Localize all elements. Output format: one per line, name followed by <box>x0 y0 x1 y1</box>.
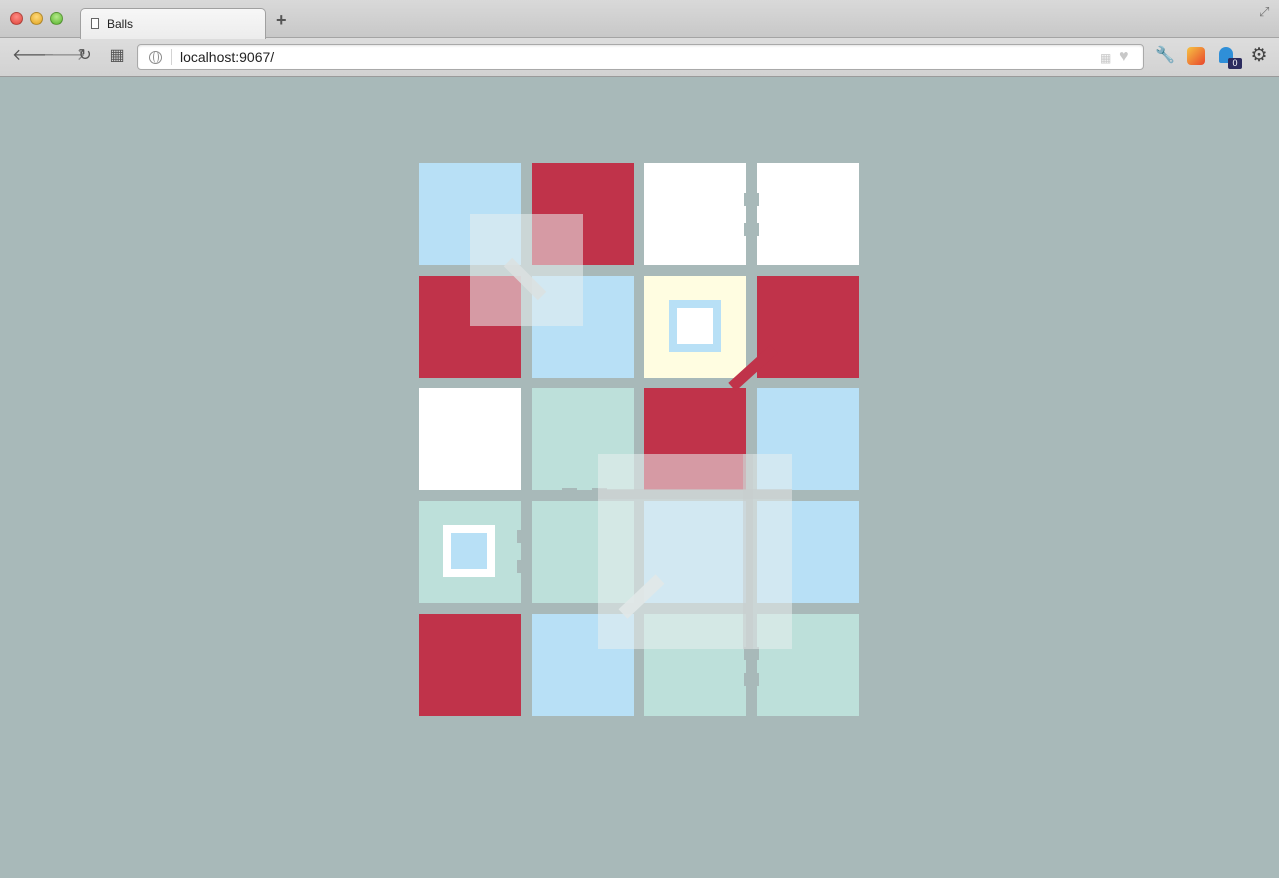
window-zoom-button[interactable] <box>50 12 63 25</box>
gear-icon[interactable]: ⚙ <box>1249 46 1269 66</box>
window-close-button[interactable] <box>10 12 23 25</box>
ball-overlay[interactable] <box>598 454 792 649</box>
back-button[interactable]: 🡐 <box>12 47 55 65</box>
address-divider <box>171 49 172 65</box>
gap-nub <box>517 530 532 543</box>
window-minimize-button[interactable] <box>30 12 43 25</box>
globe-icon <box>149 51 162 64</box>
game-board <box>419 163 859 716</box>
red-link <box>728 344 778 392</box>
fullscreen-icon[interactable]: ⤢ <box>1259 4 1269 20</box>
extension-badge: 0 <box>1228 58 1242 69</box>
overlay-links <box>598 454 792 649</box>
gap-nub <box>517 560 532 573</box>
tab-title: Balls <box>107 17 134 31</box>
forward-button[interactable]: 🡒 <box>43 47 86 65</box>
tab-balls[interactable]: Balls <box>80 8 266 39</box>
url-text[interactable]: localhost:9067/ <box>180 49 274 65</box>
browser-chrome: Balls + ⤢ 🡐 🡒 ↻ ▦ localhost:9067/ ▦ ♥ 🔧 … <box>0 0 1279 77</box>
tab-strip: Balls + ⤢ <box>0 0 1279 39</box>
selected-marker-fill <box>451 533 487 569</box>
overlay-link <box>503 257 547 301</box>
gap-nub <box>744 673 759 686</box>
apps-icon[interactable]: ▦ <box>108 47 126 65</box>
grid-icon[interactable]: ▦ <box>1100 51 1111 65</box>
browser-toolbar: 🡐 🡒 ↻ ▦ localhost:9067/ ▦ ♥ 🔧 ⚙ <box>0 38 1279 76</box>
ball-overlay[interactable] <box>470 214 583 326</box>
heart-icon[interactable]: ♥ <box>1119 48 1129 66</box>
extension-face-icon[interactable] <box>1186 46 1206 66</box>
reload-button[interactable]: ↻ <box>76 47 94 65</box>
address-bar[interactable]: localhost:9067/ ▦ ♥ <box>137 44 1144 70</box>
selected-marker-fill <box>677 308 713 344</box>
gap-nub <box>562 488 577 501</box>
gap-nub <box>744 193 759 206</box>
selected-marker[interactable] <box>443 525 495 577</box>
wrench-icon[interactable]: 🔧 <box>1155 46 1175 66</box>
gap-nub <box>744 223 759 236</box>
page-icon <box>91 18 99 29</box>
new-tab-button[interactable]: + <box>276 11 287 29</box>
selected-marker[interactable] <box>669 300 721 352</box>
